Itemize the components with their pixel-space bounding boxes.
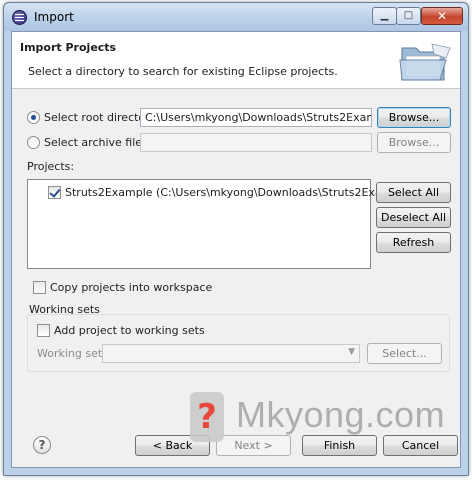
working-sets-combo[interactable]: ▼ (102, 344, 360, 363)
folder-icon (399, 43, 451, 81)
watermark: ? Mkyong.com (190, 384, 460, 454)
working-sets-label: Working sets: (37, 347, 112, 360)
page-title: Import Projects (20, 41, 117, 54)
chevron-down-icon: ▼ (348, 347, 355, 357)
window-title: Import (34, 10, 74, 24)
archive-file-label: Select archive file: (44, 136, 146, 149)
title-bar[interactable]: Import ▁ □ ✕ (4, 3, 468, 31)
close-button[interactable]: ✕ (421, 7, 463, 25)
archive-file-input[interactable] (140, 133, 372, 152)
project-item-label[interactable]: Struts2Example (C:\Users\mkyong\Download… (65, 186, 414, 199)
maximize-button[interactable]: □ (396, 7, 421, 25)
add-to-working-sets-label: Add project to working sets (54, 324, 205, 337)
browse-root-button[interactable]: Browse... (377, 107, 451, 128)
projects-label: Projects: (27, 160, 75, 173)
watermark-text: Mkyong.com (236, 394, 446, 435)
select-working-sets-button[interactable]: Select... (367, 343, 442, 364)
browse-archive-button[interactable]: Browse... (377, 132, 451, 153)
wizard-header: Import Projects Select a directory to se… (12, 32, 460, 89)
watermark-badge: ? (190, 392, 224, 442)
add-to-working-sets-checkbox[interactable] (37, 324, 50, 337)
root-directory-radio[interactable] (27, 111, 40, 124)
minimize-button[interactable]: ▁ (372, 7, 397, 25)
help-icon[interactable]: ? (33, 436, 51, 454)
deselect-all-button[interactable]: Deselect All (376, 207, 451, 228)
refresh-button[interactable]: Refresh (376, 232, 451, 253)
root-directory-input[interactable]: C:\Users\mkyong\Downloads\Struts2Example (140, 108, 372, 127)
eclipse-icon (12, 10, 27, 25)
project-checkbox[interactable] (48, 186, 61, 199)
select-all-button[interactable]: Select All (376, 182, 451, 203)
copy-projects-checkbox[interactable] (33, 281, 46, 294)
archive-file-radio[interactable] (27, 136, 40, 149)
projects-list[interactable]: Struts2Example (C:\Users\mkyong\Download… (27, 179, 414, 269)
copy-projects-label: Copy projects into workspace (50, 281, 213, 294)
page-description: Select a directory to search for existin… (28, 65, 338, 78)
